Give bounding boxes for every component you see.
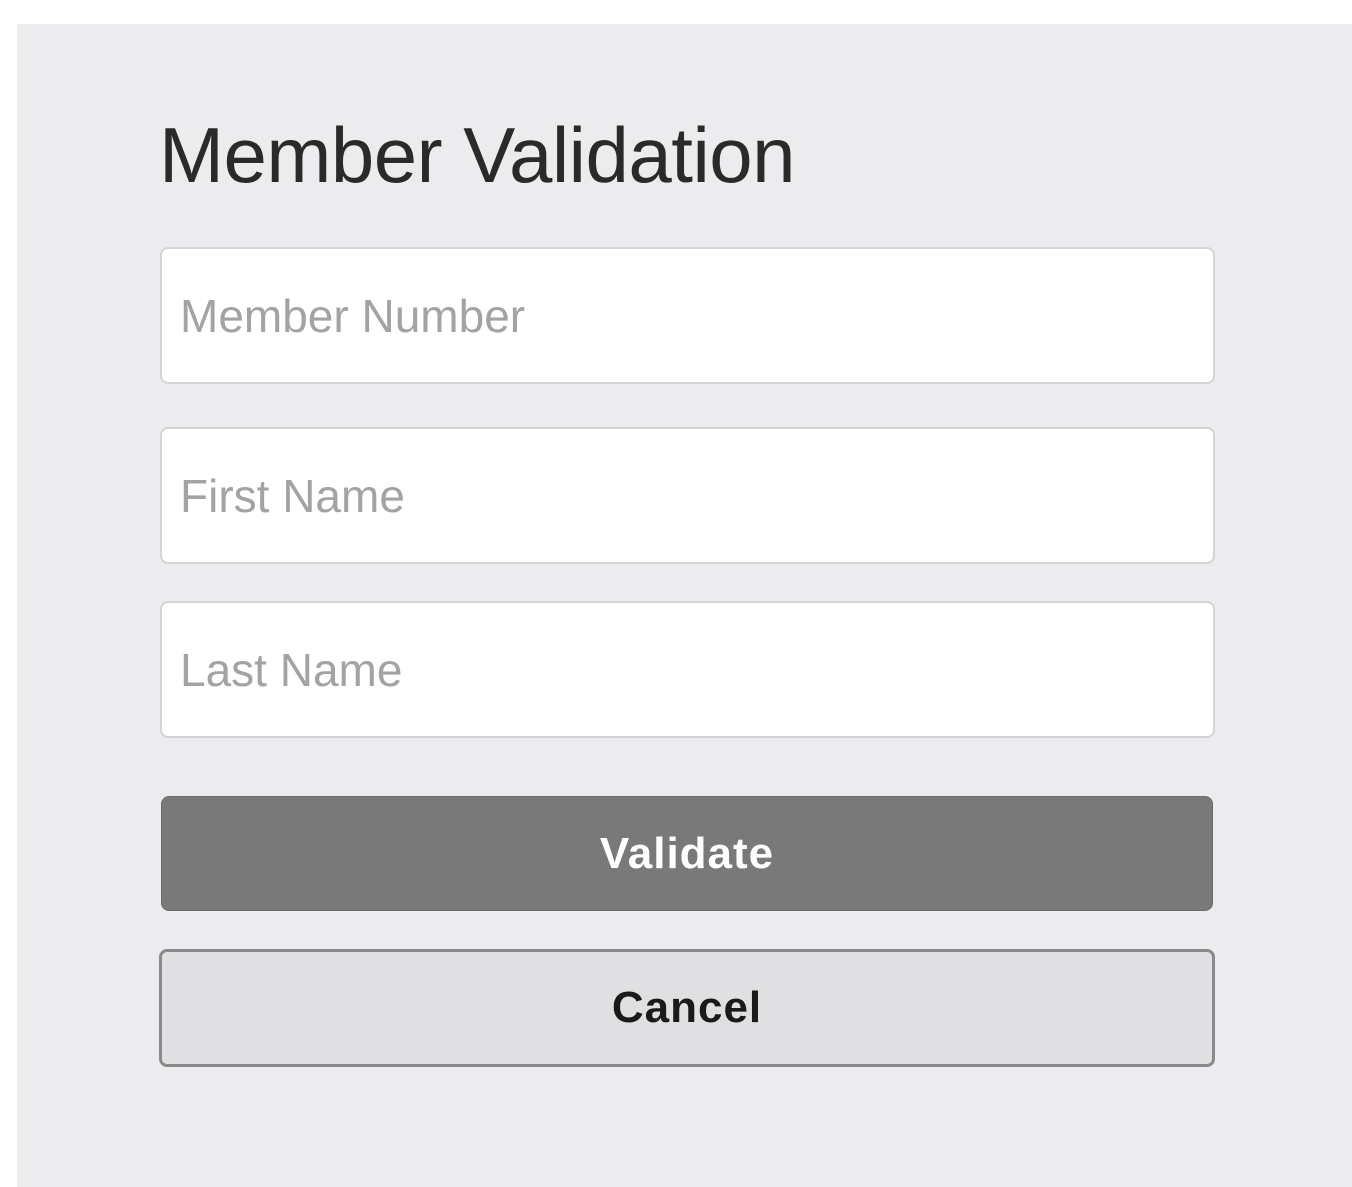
cancel-button-label: Cancel [611, 983, 763, 1032]
member-validation-panel: Member Validation Validate Cancel [17, 24, 1352, 1187]
first-name-input[interactable] [160, 427, 1215, 564]
member-number-input[interactable] [160, 247, 1215, 384]
cancel-button[interactable]: Cancel [159, 949, 1215, 1067]
page-title: Member Validation [159, 111, 796, 199]
validate-button-label: Validate [599, 828, 775, 878]
validate-button[interactable]: Validate [161, 796, 1213, 911]
last-name-input[interactable] [160, 601, 1215, 738]
